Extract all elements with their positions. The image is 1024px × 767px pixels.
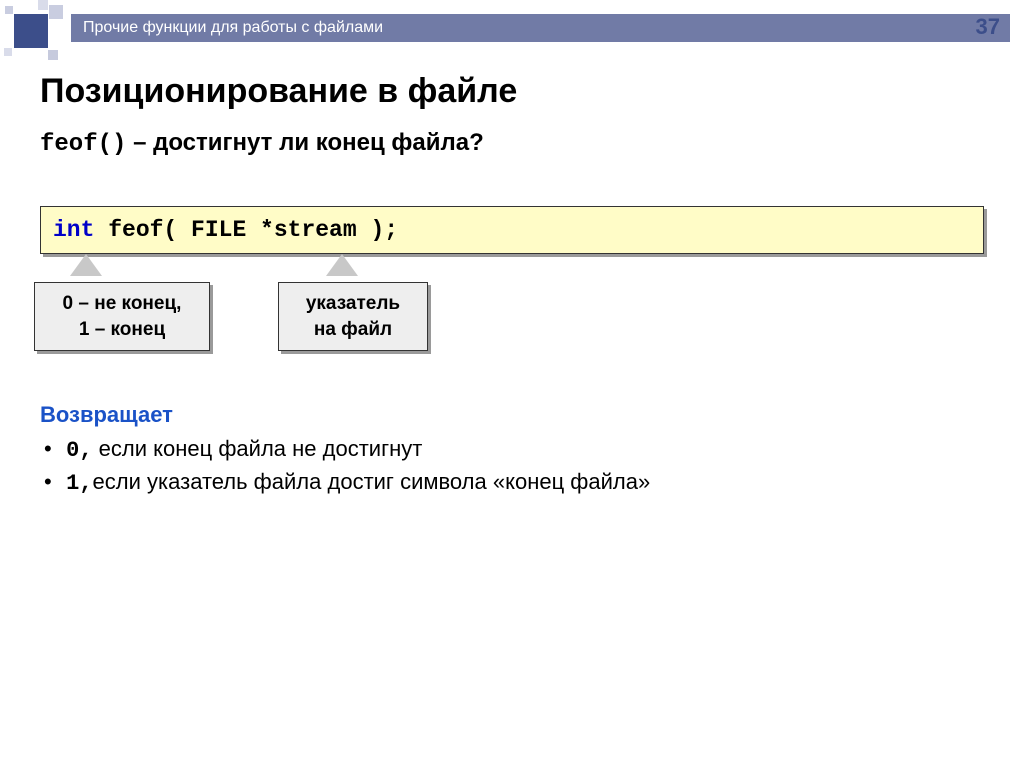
callout-line: 0 – не конец, xyxy=(63,293,182,314)
callout-return-value: 0 – не конец, 1 – конец xyxy=(34,282,210,351)
decor-square xyxy=(48,50,58,60)
decor-square-large xyxy=(14,14,48,48)
callout-line: на файл xyxy=(314,319,392,340)
keyword: int xyxy=(53,217,94,243)
page-number: 37 xyxy=(976,14,1000,40)
return-text: если конец файла не достигнут xyxy=(93,436,423,461)
returns-heading: Возвращает xyxy=(40,402,984,428)
subtitle-func: feof() xyxy=(40,131,126,158)
page-title: Позиционирование в файле xyxy=(40,72,984,111)
arrow-icon xyxy=(70,254,102,276)
decor-square xyxy=(4,48,12,56)
code-signature: int feof( FILE *stream ); xyxy=(40,206,984,254)
decor-square xyxy=(49,5,63,19)
callouts: 0 – не конец, 1 – конец указатель на фай… xyxy=(40,254,984,394)
arrow-icon xyxy=(326,254,358,276)
callout-line: 1 – конец xyxy=(79,319,165,340)
subtitle: feof() – достигнут ли конец файла? xyxy=(40,129,984,158)
decor-square xyxy=(38,0,48,10)
slide-content: Позиционирование в файле feof() – достиг… xyxy=(0,50,1024,496)
list-item: • 1,если указатель файла достиг символа … xyxy=(40,469,984,496)
returns-section: Возвращает • 0, если конец файла не дост… xyxy=(40,402,984,496)
return-code: 0, xyxy=(66,438,92,463)
code-rest: feof( FILE *stream ); xyxy=(94,217,398,243)
return-code: 1, xyxy=(66,471,92,496)
decor-square xyxy=(5,6,13,14)
subtitle-text: – достигнут ли конец файла? xyxy=(126,129,483,156)
list-item: • 0, если конец файла не достигнут xyxy=(40,436,984,463)
bullet-icon: • xyxy=(44,469,60,495)
bullet-icon: • xyxy=(44,436,60,462)
slide-header: Прочие функции для работы с файлами 37 xyxy=(0,0,1024,50)
callout-line: указатель xyxy=(306,293,400,314)
section-title: Прочие функции для работы с файлами xyxy=(71,14,1010,42)
return-text: если указатель файла достиг символа «кон… xyxy=(93,469,651,494)
callout-file-pointer: указатель на файл xyxy=(278,282,428,351)
